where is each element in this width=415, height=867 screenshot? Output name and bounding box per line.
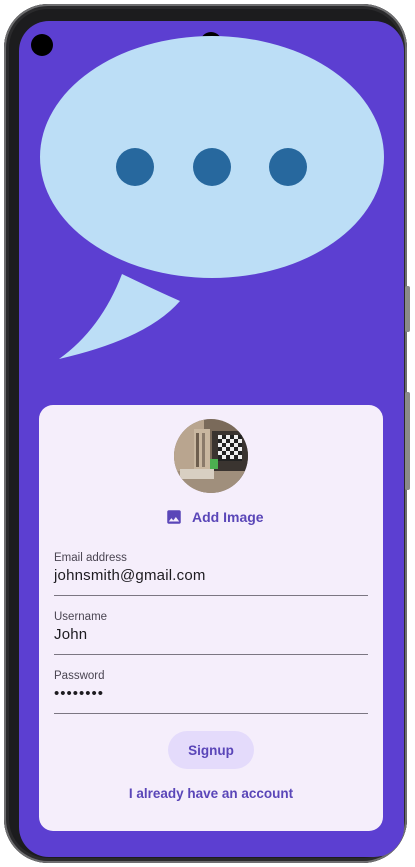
power-button <box>405 286 410 332</box>
signup-card: Add Image Email address johnsmith@gmail.… <box>39 405 383 831</box>
typing-dot-1 <box>116 148 154 186</box>
username-value: John <box>54 626 88 643</box>
chat-bubble-icon <box>40 36 384 359</box>
signup-button[interactable]: Signup <box>168 731 254 769</box>
add-image-button[interactable]: Add Image <box>165 505 264 529</box>
username-label: Username <box>54 611 108 623</box>
password-field[interactable]: Password •••••••• <box>54 670 368 714</box>
password-value: •••••••• <box>54 685 105 702</box>
typing-dot-3 <box>269 148 307 186</box>
password-label: Password <box>54 670 105 682</box>
phone-frame: Add Image Email address johnsmith@gmail.… <box>4 4 410 863</box>
volume-button <box>405 392 410 490</box>
email-field[interactable]: Email address johnsmith@gmail.com <box>54 552 368 596</box>
username-field[interactable]: Username John <box>54 611 368 655</box>
add-image-label: Add Image <box>192 509 264 525</box>
email-value: johnsmith@gmail.com <box>54 567 206 584</box>
typing-dot-2 <box>193 148 231 186</box>
app-screen: Add Image Email address johnsmith@gmail.… <box>19 21 404 857</box>
image-icon <box>167 510 181 524</box>
email-label: Email address <box>54 552 127 564</box>
profile-photo-icon <box>174 419 248 493</box>
profile-avatar[interactable] <box>174 419 248 493</box>
login-link[interactable]: I already have an account <box>39 786 383 801</box>
